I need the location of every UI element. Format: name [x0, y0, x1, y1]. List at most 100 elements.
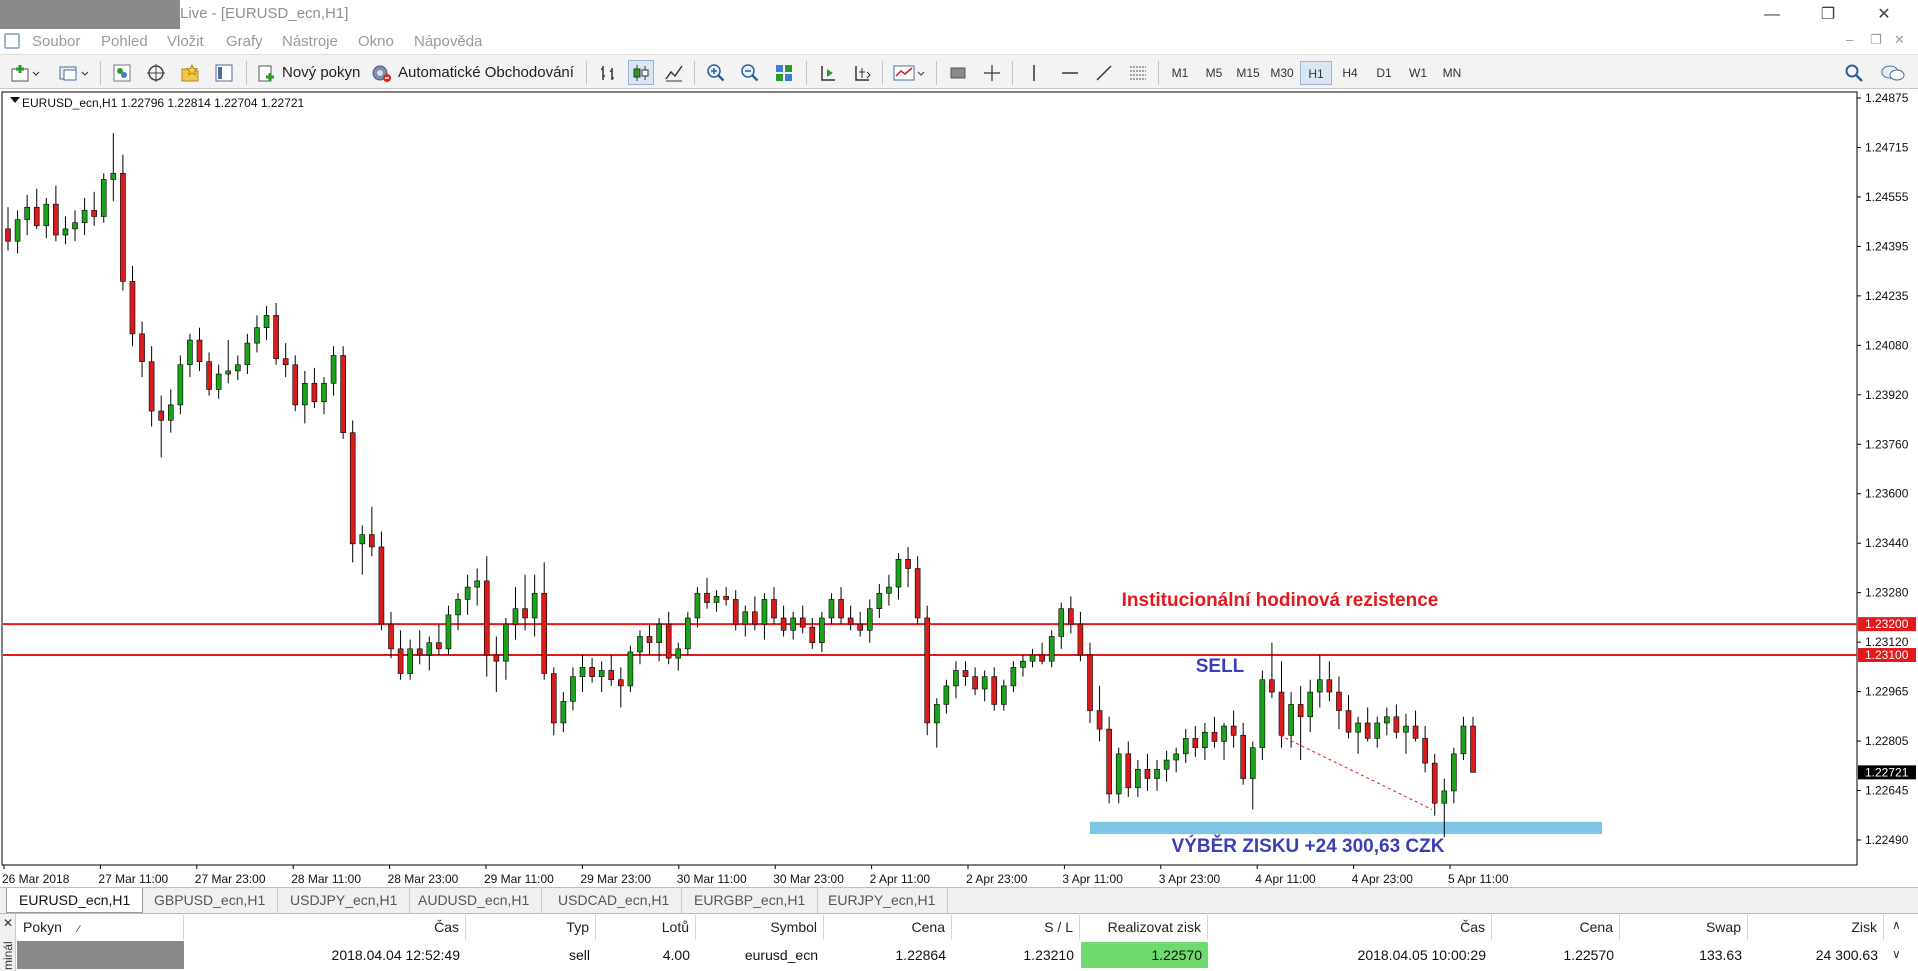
crosshair-icon[interactable] — [980, 60, 1004, 85]
y-tick-label: 1.23440 — [1865, 536, 1909, 550]
scroll-up-icon[interactable]: ∧ — [1892, 918, 1901, 932]
period-separator-icon[interactable] — [946, 60, 970, 85]
col-close-time[interactable]: Čas — [1208, 915, 1492, 940]
tab-eurgbp[interactable]: EURGBP_ecn,H1 — [682, 888, 819, 913]
candle-body — [618, 679, 624, 687]
horizontal-line-icon[interactable] — [1058, 60, 1082, 85]
timeframe-m5[interactable]: M5 — [1198, 61, 1230, 85]
zoom-in-icon[interactable] — [704, 60, 728, 85]
fibonacci-icon[interactable] — [1126, 60, 1150, 85]
candle-body — [627, 651, 634, 687]
tab-eurusd[interactable]: EURUSD_ecn,H1 — [6, 888, 144, 913]
candle-body — [43, 203, 50, 227]
col-time[interactable]: Čas — [184, 915, 466, 940]
menu-soubor[interactable]: Soubor — [32, 33, 80, 50]
search-icon[interactable] — [1842, 60, 1866, 85]
candle-body — [570, 676, 576, 702]
autoscroll-icon[interactable] — [850, 60, 874, 85]
candle-body — [426, 642, 433, 656]
restore-icon[interactable]: ❐ — [1800, 0, 1856, 29]
candle-body — [273, 315, 279, 359]
mdi-restore-icon[interactable]: ❐ — [1870, 32, 1882, 48]
chart-shift-icon[interactable] — [816, 60, 840, 85]
menu-grafy[interactable]: Grafy — [226, 33, 263, 50]
tab-usdjpy[interactable]: USDJPY_ecn,H1 — [278, 888, 411, 913]
bar-chart-icon[interactable] — [596, 60, 620, 85]
candle-body — [886, 586, 892, 594]
minimize-icon[interactable]: — — [1744, 0, 1800, 29]
candle-body — [732, 599, 739, 625]
candle-body — [148, 361, 155, 412]
timeframe-mn[interactable]: MN — [1436, 61, 1468, 85]
menu-nastroje[interactable]: Nástroje — [282, 33, 338, 50]
timeframe-m30[interactable]: M30 — [1266, 61, 1298, 85]
timeframe-m15[interactable]: M15 — [1232, 61, 1264, 85]
chart-window[interactable]: EURUSD_ecn,H1 1.22796 1.22814 1.22704 1.… — [0, 90, 1918, 890]
candle-body — [1163, 759, 1170, 770]
candle-body — [550, 673, 557, 724]
candlestick-icon[interactable] — [628, 60, 654, 85]
col-close-price[interactable]: Cena — [1492, 915, 1620, 940]
col-lots[interactable]: Lotů — [596, 915, 696, 940]
sell-label: SELL — [1196, 656, 1245, 677]
auto-trading-button[interactable]: Automatické Obchodování — [370, 60, 580, 85]
col-symbol[interactable]: Symbol — [696, 915, 824, 940]
col-type[interactable]: Typ — [466, 915, 596, 940]
col-profit[interactable]: Zisk — [1748, 915, 1884, 940]
vertical-line-icon[interactable] — [1022, 60, 1046, 85]
timeframe-m1[interactable]: M1 — [1164, 61, 1196, 85]
new-order-button[interactable]: Nový pokyn — [256, 60, 366, 85]
candle-body — [302, 382, 308, 406]
mdi-close-icon[interactable]: ✕ — [1894, 32, 1905, 48]
tab-audusd[interactable]: AUDUSD_ecn,H1 — [406, 888, 543, 913]
menu-okno[interactable]: Okno — [358, 33, 394, 50]
market-watch-icon[interactable] — [110, 60, 134, 85]
close-icon[interactable]: ✕ — [1856, 0, 1912, 29]
profiles-icon[interactable] — [56, 60, 92, 85]
new-order-icon — [258, 65, 274, 81]
col-order[interactable]: Pokyn ∕ — [17, 915, 184, 940]
trendline-icon[interactable] — [1092, 60, 1116, 85]
candle-body — [14, 219, 21, 242]
x-tick-label: 29 Mar 23:00 — [580, 872, 651, 886]
zoom-out-icon[interactable] — [738, 60, 762, 85]
price-chart[interactable]: EURUSD_ecn,H1 1.22796 1.22814 1.22704 1.… — [0, 90, 1918, 887]
menu-pohled[interactable]: Pohled — [101, 33, 148, 50]
x-tick-label: 2 Apr 11:00 — [870, 872, 931, 886]
x-tick-label: 28 Mar 11:00 — [291, 872, 361, 886]
scroll-down-icon[interactable]: ∨ — [1892, 947, 1901, 961]
mdi-minimize-icon[interactable]: – — [1846, 32, 1853, 47]
candle-body — [187, 339, 193, 366]
timeframe-h1[interactable]: H1 — [1300, 61, 1332, 85]
x-tick-label: 4 Apr 23:00 — [1352, 872, 1414, 886]
timeframe-h4[interactable]: H4 — [1334, 61, 1366, 85]
new-chart-icon[interactable] — [8, 60, 42, 85]
app-icon[interactable] — [4, 33, 20, 49]
chat-icon[interactable] — [1878, 60, 1908, 85]
candle-body — [962, 670, 969, 677]
terminal-icon[interactable] — [212, 60, 236, 85]
tile-windows-icon[interactable] — [772, 60, 796, 85]
tab-eurjpy[interactable]: EURJPY_ecn,H1 — [816, 888, 949, 913]
menu-napoveda[interactable]: Nápověda — [414, 33, 482, 50]
candle-body — [110, 172, 117, 180]
tab-usdcad[interactable]: USDCAD_ecn,H1 — [546, 888, 683, 913]
y-tick-label: 1.23600 — [1865, 487, 1909, 501]
close-icon[interactable]: ✕ — [3, 916, 13, 930]
col-tp[interactable]: Realizovat zisk — [1080, 915, 1208, 940]
menu-vlozit[interactable]: Vložit — [167, 33, 204, 50]
favorites-icon[interactable] — [178, 60, 202, 85]
timeframe-w1[interactable]: W1 — [1402, 61, 1434, 85]
line-chart-icon[interactable] — [662, 60, 686, 85]
col-price[interactable]: Cena — [824, 915, 952, 940]
navigator-icon[interactable] — [144, 60, 168, 85]
col-sl[interactable]: S / L — [952, 915, 1080, 940]
candle-body — [340, 355, 346, 433]
timeframe-d1[interactable]: D1 — [1368, 61, 1400, 85]
col-swap[interactable]: Swap — [1620, 915, 1748, 940]
tab-gbpusd[interactable]: GBPUSD_ecn,H1 — [142, 888, 279, 913]
candle-body — [972, 676, 978, 690]
indicators-icon[interactable] — [890, 60, 928, 85]
candle-body — [53, 203, 59, 236]
candle-body — [1422, 738, 1428, 764]
